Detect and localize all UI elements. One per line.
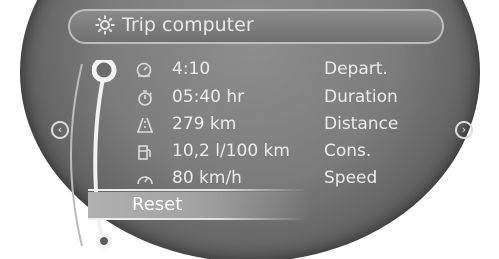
row-value: 05:40 hr (172, 87, 245, 107)
row-value: 279 km (172, 114, 237, 134)
scroll-arc (70, 63, 83, 247)
speedometer-icon (137, 176, 153, 185)
road-distance-icon (137, 117, 153, 133)
row-label: Distance (324, 114, 399, 134)
previous-page-button[interactable]: ‹ (51, 121, 69, 139)
reset-top-border (88, 189, 308, 191)
trip-computer-display: Trip computer ‹ › 4:10 Depart. 05:40 hr … (12, 0, 488, 259)
row-value: 80 km/h (172, 168, 242, 188)
row-value: 10,2 l/100 km (172, 141, 290, 161)
row-label: Depart. (324, 59, 388, 79)
menu-title: Trip computer (122, 14, 254, 36)
row-value: 4:10 (172, 59, 211, 79)
next-page-button[interactable]: › (455, 121, 473, 139)
reset-bottom-border (88, 218, 308, 220)
row-label: Duration (324, 87, 398, 107)
gear-icon (95, 15, 115, 35)
row-label: Cons. (324, 141, 372, 161)
reset-menu-item[interactable] (88, 192, 312, 218)
reset-label: Reset (132, 194, 183, 215)
stopwatch-icon (138, 90, 153, 106)
fuel-pump-icon (138, 145, 151, 160)
selection-rail[interactable] (92, 60, 132, 255)
row-label: Speed (324, 168, 378, 188)
clock-dial-icon (136, 62, 152, 78)
